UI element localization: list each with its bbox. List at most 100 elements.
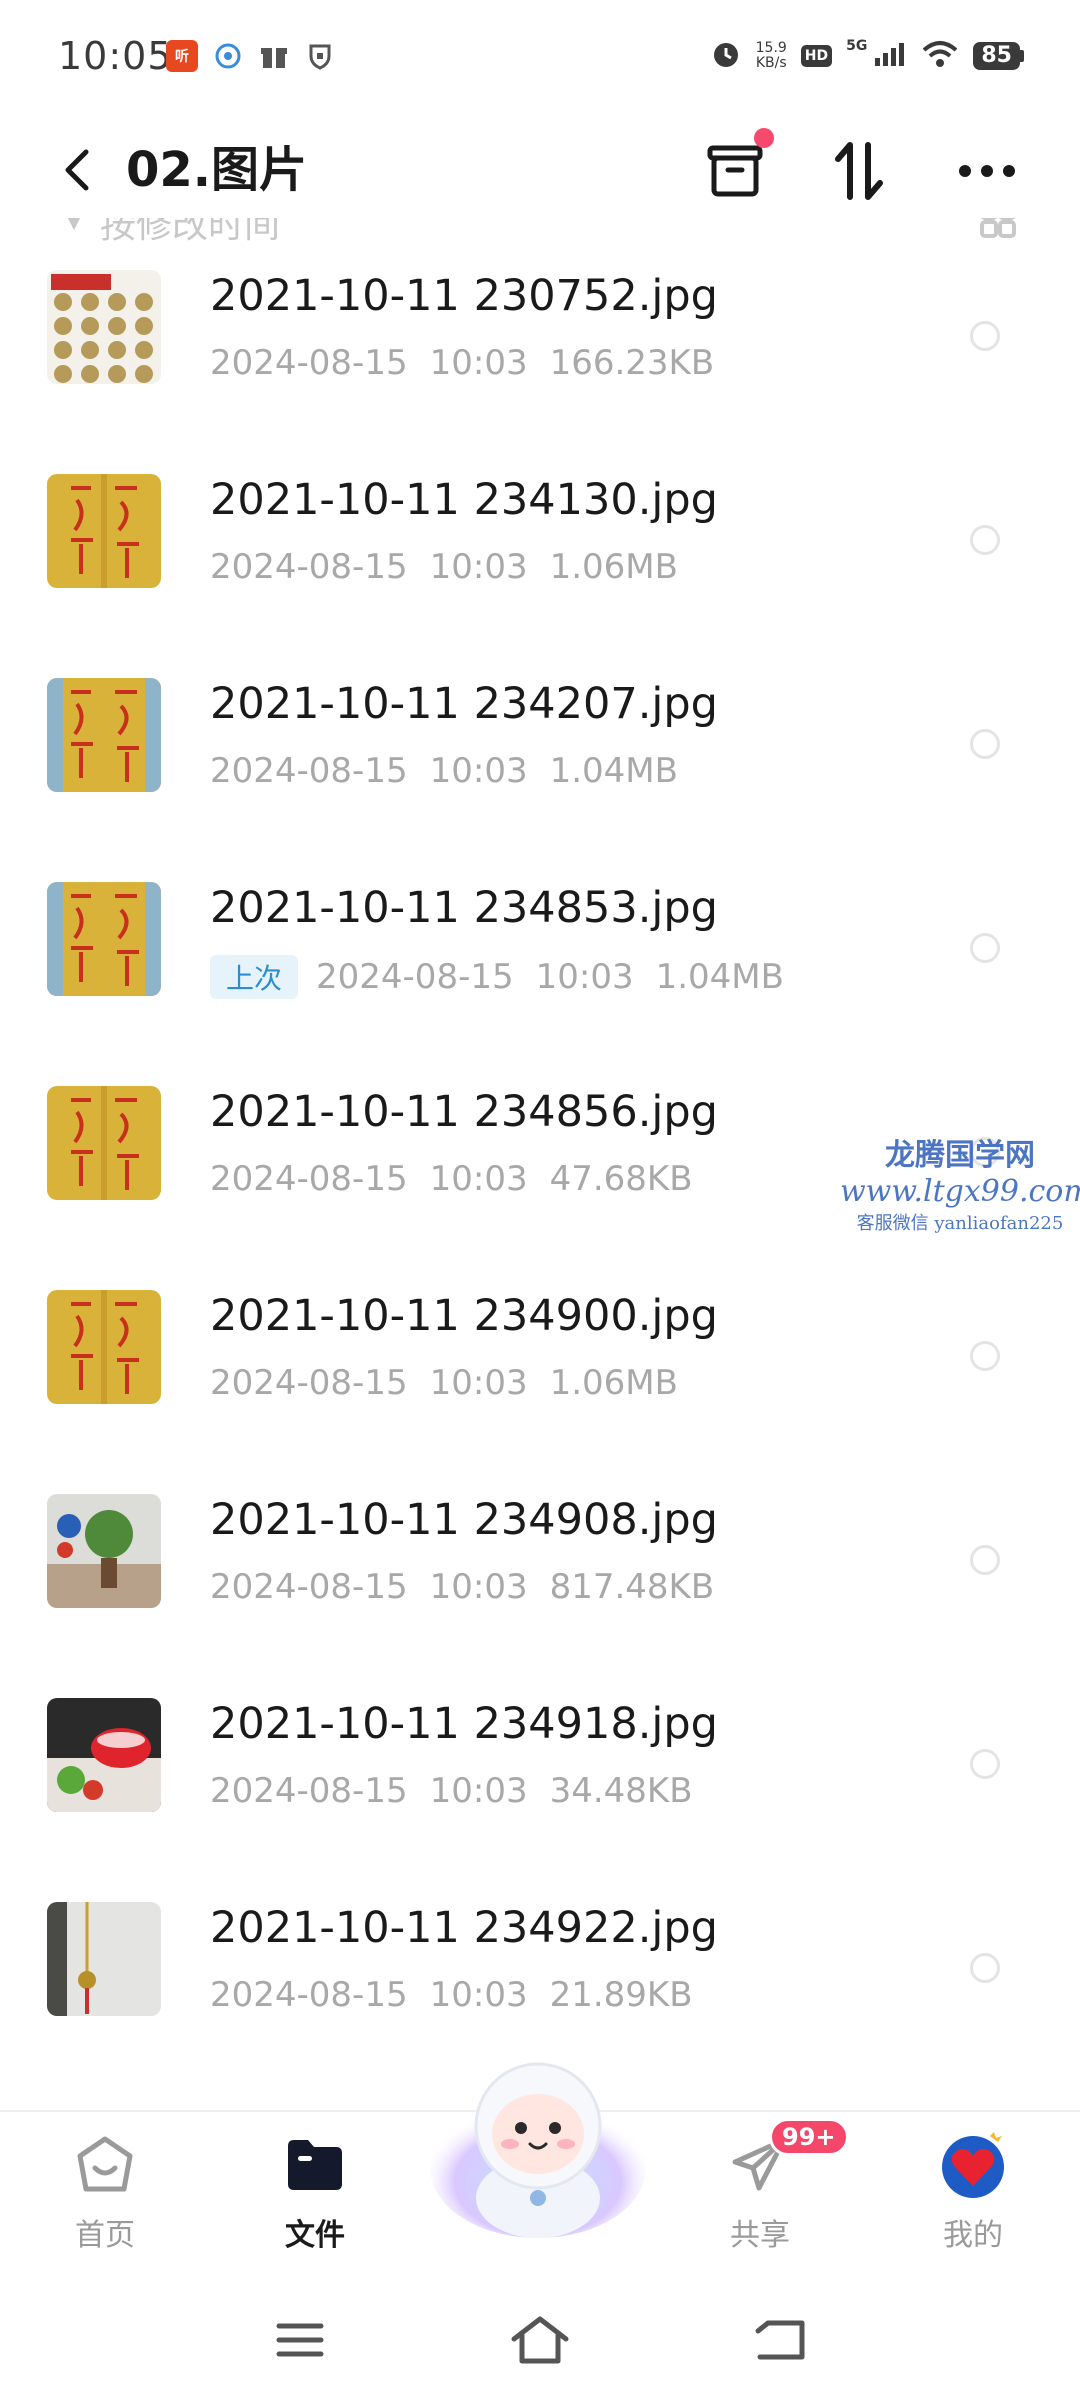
file-size: 1.04MB [655, 957, 784, 997]
file-thumbnail [47, 270, 161, 384]
network-type-label: 5G [846, 38, 868, 54]
plant-photo-thumbnail-image [47, 1494, 161, 1608]
file-thumbnail [47, 1902, 161, 2016]
file-name: 2021-10-11 234130.jpg [210, 475, 718, 525]
status-bar: 10:05 听 15.9 KB/s HD 5G 85 [0, 0, 1080, 120]
select-checkbox[interactable] [970, 729, 1000, 759]
yellow-talisman-blue-thumbnail-image [47, 678, 161, 792]
watermark-contact: 客服微信 yanliaofan225 [856, 1213, 1064, 1234]
file-name: 2021-10-11 234908.jpg [210, 1495, 718, 1545]
file-meta: 2024-08-15 10:03 166.23KB [210, 343, 736, 383]
back-system-button[interactable] [750, 2310, 810, 2370]
file-time: 10:03 [429, 1771, 528, 1811]
file-size: 47.68KB [549, 1159, 693, 1199]
file-row[interactable]: 2021-10-11 234900.jpg 2024-08-15 10:03 1.06… [0, 1225, 1080, 1429]
yellow-talisman-blue-thumbnail-image [47, 882, 161, 996]
file-name: 2021-10-11 234207.jpg [210, 679, 718, 729]
nav-share[interactable]: 99+ 共享 [685, 2112, 849, 2282]
file-date: 2024-08-15 [210, 1975, 408, 2015]
file-name: 2021-10-11 234900.jpg [210, 1291, 718, 1341]
shield-icon [304, 40, 336, 72]
file-row[interactable]: 2021-10-11 234918.jpg 2024-08-15 10:03 34.4… [0, 1633, 1080, 1837]
yellow-talisman-thumbnail-image [47, 1086, 161, 1200]
home-outline-icon [511, 2316, 569, 2364]
file-row[interactable]: 2021-10-11 234130.jpg 2024-08-15 10:03 1.06… [0, 409, 1080, 613]
file-time: 10:03 [429, 1567, 528, 1607]
file-time: 10:03 [535, 957, 634, 997]
file-time: 10:03 [429, 1363, 528, 1403]
select-checkbox[interactable] [970, 1749, 1000, 1779]
watermark-name: 龙腾国学网 [885, 1138, 1035, 1173]
file-meta: 2024-08-15 10:03 47.68KB [210, 1159, 715, 1199]
file-meta: 2024-08-15 10:03 1.06MB [210, 547, 700, 587]
archive-button[interactable] [700, 128, 774, 206]
file-size: 166.23KB [549, 343, 715, 383]
section-sort-label: 按修改时间 [100, 218, 281, 244]
file-row[interactable]: 2021-10-11 230752.jpg 2024-08-15 10:03 166.… [0, 245, 1080, 409]
file-size: 34.48KB [549, 1771, 693, 1811]
file-time: 10:03 [429, 547, 528, 587]
file-meta: 2024-08-15 10:03 34.48KB [210, 1771, 715, 1811]
signal-icon [873, 40, 907, 72]
nav-me[interactable]: 我的 [898, 2112, 1048, 2282]
hd-badge: HD [800, 45, 833, 67]
watermark-url: www.ltgx99.com [840, 1174, 1080, 1209]
more-options-button[interactable] [952, 136, 1022, 206]
file-size: 1.06MB [549, 547, 678, 587]
file-date: 2024-08-15 [210, 751, 408, 791]
file-date: 2024-08-15 [210, 1567, 408, 1607]
file-meta: 2024-08-15 10:03 1.06MB [210, 1363, 700, 1403]
sort-button[interactable] [824, 136, 894, 206]
gift-icon [258, 40, 290, 72]
file-time: 10:03 [429, 751, 528, 791]
nav-home-label: 首页 [75, 2218, 135, 2253]
folder-icon [280, 2130, 350, 2200]
file-time: 10:03 [429, 343, 528, 383]
recent-tag: 上次 [210, 955, 299, 999]
nav-home[interactable]: 首页 [30, 2112, 180, 2282]
home-button[interactable] [510, 2310, 570, 2370]
file-date: 2024-08-15 [316, 957, 514, 997]
file-row[interactable]: 2021-10-11 234908.jpg 2024-08-15 10:03 817.… [0, 1429, 1080, 1633]
select-checkbox[interactable] [970, 1545, 1000, 1575]
file-meta: 上次 2024-08-15 10:03 1.04MB [210, 955, 806, 999]
file-size: 1.04MB [549, 751, 678, 791]
network-speed: 15.9 KB/s [755, 40, 787, 71]
yellow-talisman-thumbnail-image [47, 1290, 161, 1404]
file-size: 21.89KB [549, 1975, 693, 2015]
file-date: 2024-08-15 [210, 1363, 408, 1403]
assistant-mascot-button[interactable] [428, 2048, 648, 2248]
file-row[interactable]: 2021-10-11 234853.jpg 上次 2024-08-15 10:03 1.… [0, 817, 1080, 1021]
file-thumbnail [47, 474, 161, 588]
file-date: 2024-08-15 [210, 547, 408, 587]
select-checkbox[interactable] [970, 1953, 1000, 1983]
recent-apps-button[interactable] [270, 2310, 330, 2370]
grid-view-icon[interactable] [980, 218, 1016, 238]
cloud-icon [212, 40, 244, 72]
status-time: 10:05 [58, 34, 173, 78]
back-arrow-icon [755, 2320, 805, 2360]
file-time: 10:03 [429, 1975, 528, 2015]
archive-box-icon [707, 145, 763, 197]
file-name: 2021-10-11 234918.jpg [210, 1699, 718, 1749]
select-checkbox[interactable] [970, 1341, 1000, 1371]
wifi-icon [921, 39, 959, 73]
nav-files-label: 文件 [285, 2218, 345, 2253]
select-checkbox[interactable] [970, 321, 1000, 351]
file-size: 817.48KB [549, 1567, 715, 1607]
watermark: 龙腾国学网 www.ltgx99.com 客服微信 yanliaofan225 [840, 1130, 1080, 1235]
share-badge: 99+ [769, 2118, 849, 2156]
select-checkbox[interactable] [970, 525, 1000, 555]
select-checkbox[interactable] [970, 933, 1000, 963]
back-button[interactable] [48, 140, 108, 200]
chevron-down-icon: ▼ [64, 218, 84, 234]
nav-files[interactable]: 文件 [240, 2112, 390, 2282]
file-row[interactable]: 2021-10-11 234207.jpg 2024-08-15 10:03 1.04… [0, 613, 1080, 817]
file-size: 1.06MB [549, 1363, 678, 1403]
file-name: 2021-10-11 234922.jpg [210, 1903, 718, 1953]
section-header-peek[interactable]: ▼ 按修改时间 [56, 218, 1016, 244]
file-thumbnail [47, 1290, 161, 1404]
red-bowl-photo-thumbnail-image [47, 1698, 161, 1812]
file-name: 2021-10-11 230752.jpg [210, 271, 718, 321]
file-row[interactable]: 2021-10-11 234922.jpg 2024-08-15 10:03 21.8… [0, 1837, 1080, 2041]
